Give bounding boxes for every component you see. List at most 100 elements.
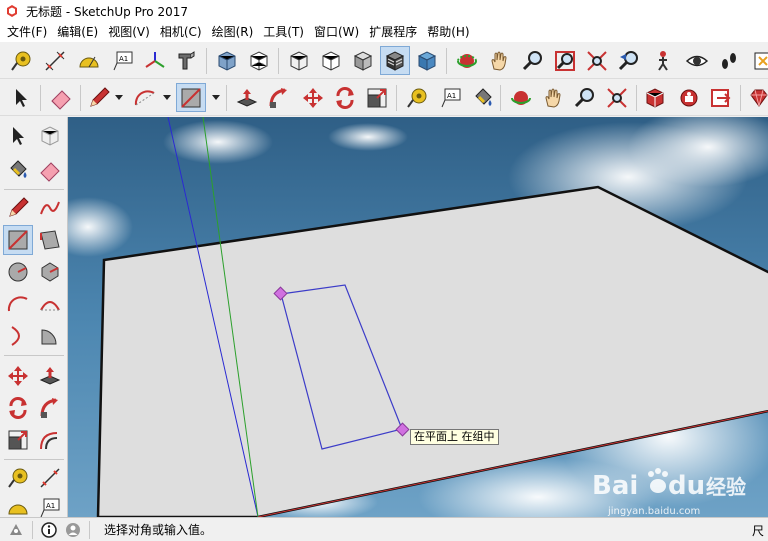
rotated-rectangle-button[interactable]: [35, 225, 65, 255]
credits-info-icon[interactable]: [41, 521, 57, 538]
rotate-button-left[interactable]: [3, 393, 33, 423]
tape-measure-button[interactable]: [6, 46, 36, 75]
rotate-button[interactable]: [330, 83, 360, 112]
position-camera-button[interactable]: [648, 46, 678, 75]
select-button[interactable]: [6, 83, 36, 112]
arc-dropdown-icon[interactable]: [163, 93, 171, 101]
rectangle-dropdown-icon[interactable]: [212, 93, 220, 101]
polygon-tool-icon: [41, 262, 59, 282]
style-xray-button[interactable]: [212, 46, 242, 75]
select-button-left[interactable]: [3, 121, 33, 151]
paint-bucket-button-left[interactable]: [3, 155, 33, 185]
menu-view[interactable]: 视图(V): [103, 22, 155, 42]
2-point-arc-button[interactable]: [35, 289, 65, 319]
menu-extensions[interactable]: 扩展程序: [364, 22, 422, 42]
section-plane-button[interactable]: [748, 46, 768, 75]
toolbar-separator: [396, 85, 397, 111]
style-shaded-button[interactable]: [348, 46, 378, 75]
zoom-window-button[interactable]: [550, 46, 580, 75]
dimension-button-left[interactable]: [35, 463, 65, 493]
svg-text:du: du: [668, 471, 705, 501]
menu-help[interactable]: 帮助(H): [422, 22, 474, 42]
zoom-button[interactable]: [518, 46, 548, 75]
ruby-console-button[interactable]: [744, 83, 768, 112]
scale-button-left[interactable]: [3, 425, 33, 455]
shaded-cube-icon: [353, 50, 373, 71]
offset-button[interactable]: [35, 425, 65, 455]
rotate-icon: [9, 397, 27, 419]
geolocation-icon[interactable]: [8, 522, 24, 538]
menu-tools[interactable]: 工具(T): [258, 22, 309, 42]
protractor-button[interactable]: [74, 46, 104, 75]
polygon-button[interactable]: [35, 257, 65, 287]
rectangle-button-left[interactable]: [3, 225, 33, 255]
freehand-button[interactable]: [35, 193, 65, 223]
follow-me-button[interactable]: [264, 83, 294, 112]
push-pull-button-left[interactable]: [35, 361, 65, 391]
axes-button[interactable]: [140, 46, 170, 75]
previous-view-button[interactable]: [614, 46, 644, 75]
sketchup-logo-icon: [7, 5, 17, 17]
extension-warehouse-button[interactable]: [674, 83, 704, 112]
style-wireframe-button[interactable]: [284, 46, 314, 75]
drawing-viewport[interactable]: [68, 117, 768, 517]
style-monochrome-button[interactable]: [412, 46, 442, 75]
svg-text:jingyan.baidu.com: jingyan.baidu.com: [607, 506, 700, 517]
text-button-2[interactable]: A1: [436, 83, 466, 112]
menu-camera[interactable]: 相机(C): [155, 22, 207, 42]
user-account-icon[interactable]: [65, 522, 81, 538]
eraser-button[interactable]: [46, 83, 76, 112]
toolbar-separator: [636, 85, 637, 111]
orbit-button-2[interactable]: [506, 83, 536, 112]
follow-me-button-left[interactable]: [35, 393, 65, 423]
send-to-layout-button[interactable]: [706, 83, 736, 112]
3-point-arc-button[interactable]: [3, 321, 33, 351]
menu-file[interactable]: 文件(F): [2, 22, 52, 42]
line-button-left[interactable]: [3, 193, 33, 223]
style-backedges-button[interactable]: [244, 46, 274, 75]
make-component-button[interactable]: [35, 121, 65, 151]
baidu-paw-icon: [648, 468, 668, 493]
orbit-icon: [511, 90, 531, 105]
move-button[interactable]: [298, 83, 328, 112]
tape-measure-icon: [11, 51, 31, 71]
pan-button[interactable]: [484, 46, 514, 75]
zoom-button-2[interactable]: [570, 83, 600, 112]
style-hiddenline-button[interactable]: [316, 46, 346, 75]
menu-window[interactable]: 窗口(W): [309, 22, 364, 42]
pan-button-2[interactable]: [538, 83, 568, 112]
2-point-arc-icon: [40, 301, 60, 311]
tape-measure-button-left[interactable]: [3, 463, 33, 493]
toolbar-separator: [4, 459, 64, 460]
orbit-button[interactable]: [452, 46, 482, 75]
dimension-button[interactable]: [40, 46, 70, 75]
arc-button[interactable]: [130, 83, 160, 112]
zoom-magnifier-icon: [574, 87, 594, 107]
paint-bucket-button[interactable]: [468, 83, 498, 112]
move-button-left[interactable]: [3, 361, 33, 391]
zoom-extents-button-2[interactable]: [602, 83, 632, 112]
menu-draw[interactable]: 绘图(R): [207, 22, 259, 42]
rectangle-button[interactable]: [176, 83, 206, 112]
walk-button[interactable]: [714, 46, 744, 75]
pie-button[interactable]: [35, 321, 65, 351]
text-button[interactable]: A1: [108, 46, 138, 75]
menu-edit[interactable]: 编辑(E): [52, 22, 103, 42]
zoom-extents-button[interactable]: [582, 46, 612, 75]
style-textured-button[interactable]: [380, 46, 410, 75]
scale-button[interactable]: [362, 83, 392, 112]
look-around-button[interactable]: [682, 46, 712, 75]
line-dropdown-icon[interactable]: [115, 93, 123, 101]
3d-text-button[interactable]: [172, 46, 202, 75]
previous-view-icon: [618, 50, 638, 70]
line-button[interactable]: [84, 83, 114, 112]
circle-button[interactable]: [3, 257, 33, 287]
tape-measure-button-2[interactable]: [402, 83, 432, 112]
section-plane-icon: [754, 52, 768, 69]
scene-canvas[interactable]: [68, 117, 768, 517]
push-pull-button[interactable]: [232, 83, 262, 112]
eraser-button-left[interactable]: [35, 155, 65, 185]
pencil-icon: [9, 197, 29, 217]
arc-button-left[interactable]: [3, 289, 33, 319]
3d-warehouse-button[interactable]: [640, 83, 670, 112]
